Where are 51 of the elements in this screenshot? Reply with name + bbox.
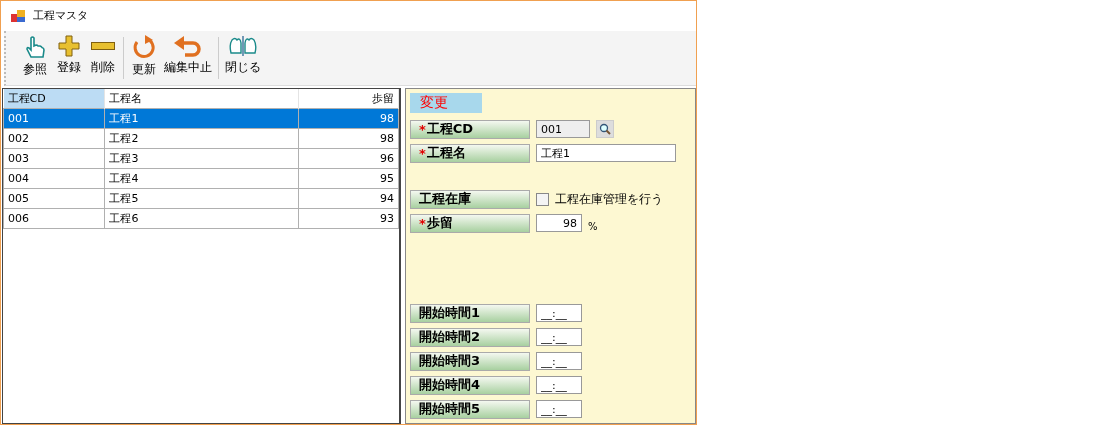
required-mark: * xyxy=(419,121,426,137)
label-text: 開始時間3 xyxy=(419,352,481,370)
toolbar-button[interactable]: 更新 xyxy=(127,30,161,85)
table-cell: 004 xyxy=(3,168,105,189)
required-mark: * xyxy=(419,215,426,231)
table-cell: 003 xyxy=(3,148,105,169)
undo-icon xyxy=(173,34,203,57)
label-text: 開始時間2 xyxy=(419,328,481,346)
search-icon xyxy=(599,123,611,135)
minus-icon xyxy=(91,41,115,50)
toolbar-button[interactable]: 編集中止 xyxy=(161,30,215,85)
toolbar-button[interactable]: 閉じる xyxy=(222,30,264,85)
name-field[interactable]: 工程1 xyxy=(536,144,676,162)
required-mark: * xyxy=(419,145,426,161)
yield-field[interactable]: 98 xyxy=(536,214,582,232)
table-cell: 98 xyxy=(298,108,399,129)
mode-label: 変更 xyxy=(410,93,482,113)
window-title: 工程マスタ xyxy=(33,8,88,24)
app-icon xyxy=(11,9,25,22)
checkbox[interactable] xyxy=(536,192,549,206)
label-text: 工程名 xyxy=(426,144,466,162)
label-text: 開始時間1 xyxy=(419,304,481,322)
table-cell: 工程1 xyxy=(104,108,299,129)
toolbar-button[interactable]: 削除 xyxy=(86,30,120,85)
label-text: 工程在庫 xyxy=(419,190,471,208)
label-text: 工程CD xyxy=(426,120,474,138)
doors-icon xyxy=(228,34,258,57)
plus-icon xyxy=(58,34,80,57)
column-header[interactable]: 工程CD xyxy=(3,89,105,109)
time-field[interactable]: __:__ xyxy=(536,376,582,394)
time-field[interactable]: __:__ xyxy=(536,352,582,370)
toolbar-button[interactable]: 参照 xyxy=(18,30,52,85)
label-text: 開始時間5 xyxy=(419,400,481,418)
column-header[interactable]: 工程名 xyxy=(104,89,299,109)
table-cell: 002 xyxy=(3,128,105,149)
table-cell: 001 xyxy=(3,108,105,129)
refresh-icon xyxy=(132,34,156,59)
time-field[interactable]: __:__ xyxy=(536,328,582,346)
toolbar-button[interactable]: 登録 xyxy=(52,30,86,85)
time-field[interactable]: __:__ xyxy=(536,400,582,418)
label-text: 歩留 xyxy=(426,214,453,232)
table-cell: 005 xyxy=(3,188,105,209)
column-header[interactable]: 歩留 xyxy=(298,89,399,109)
code-field[interactable]: 001 xyxy=(536,120,590,138)
time-field[interactable]: __:__ xyxy=(536,304,582,322)
hand-icon xyxy=(24,34,46,59)
table-cell: 006 xyxy=(3,208,105,229)
unit-label: % xyxy=(588,220,598,232)
checkbox-label: 工程在庫管理を行う xyxy=(555,190,663,208)
search-button[interactable] xyxy=(596,120,614,138)
label-text: 開始時間4 xyxy=(419,376,481,394)
